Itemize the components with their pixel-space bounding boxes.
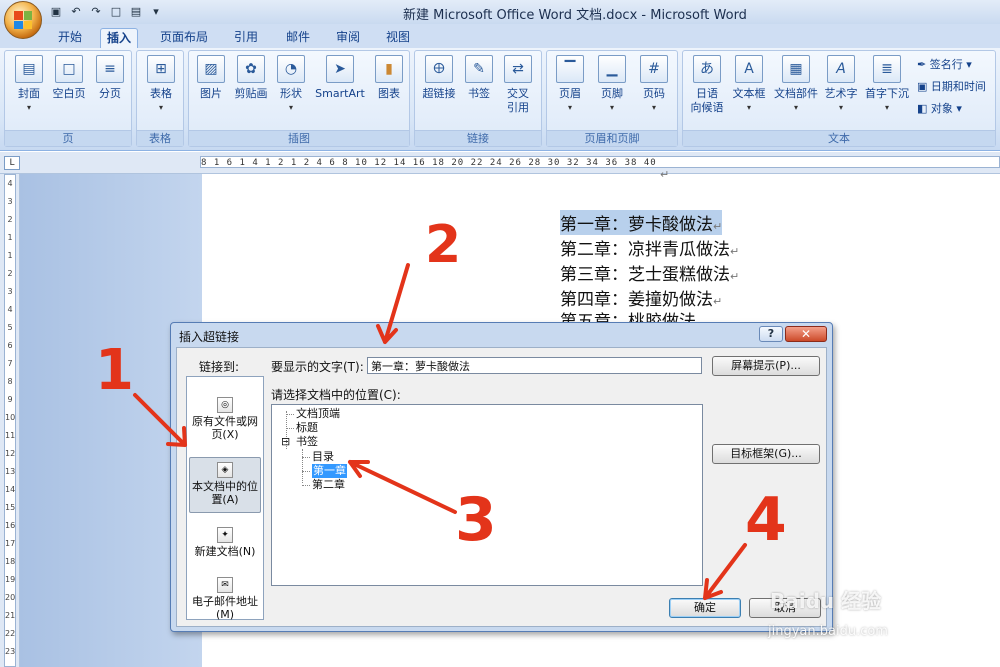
annotation-1: 1 (95, 338, 134, 403)
office-button[interactable] (4, 1, 42, 39)
arrow-4 (703, 543, 747, 600)
arrow-3 (348, 460, 457, 514)
arrow-2 (376, 263, 410, 344)
arrow-1 (133, 393, 187, 447)
baidu-watermark-url: jingyan.baidu.com (768, 624, 888, 639)
annotation-4: 4 (745, 485, 787, 555)
office-logo-icon (14, 11, 32, 29)
annotation-2: 2 (425, 215, 462, 275)
baidu-watermark-logo: Baidu 经验 (770, 589, 882, 613)
annotation-arrows (133, 263, 747, 600)
annotation-3: 3 (455, 485, 497, 555)
